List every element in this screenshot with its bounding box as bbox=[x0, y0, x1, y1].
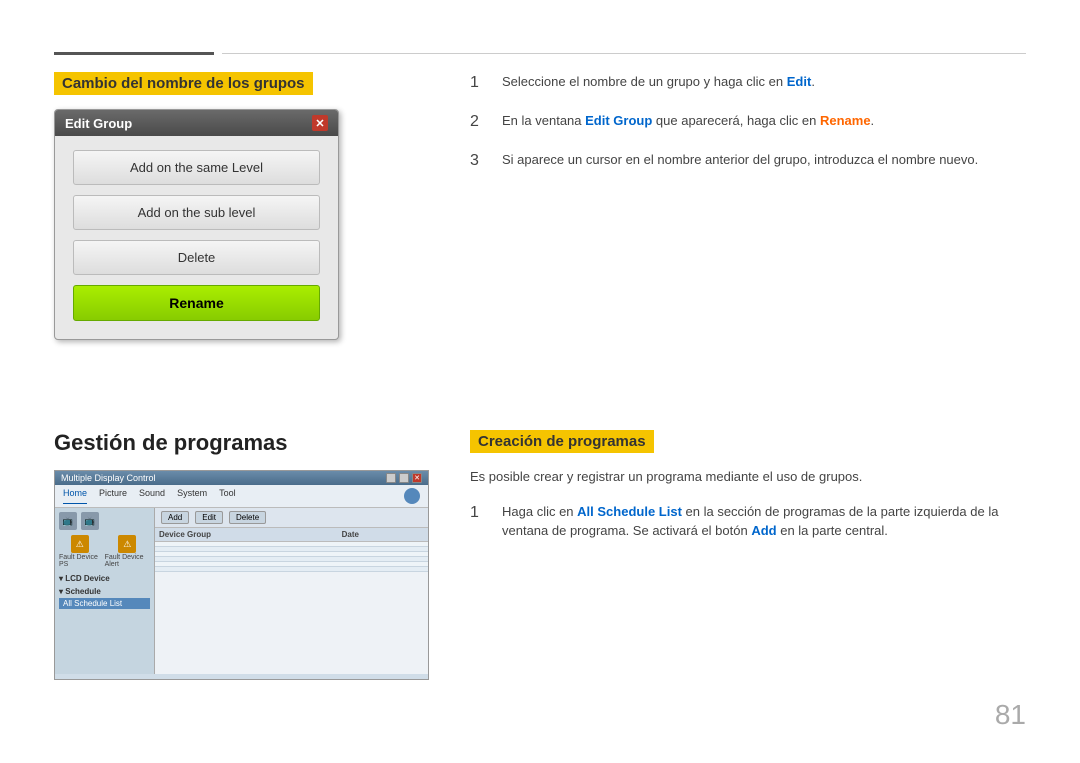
mdc-menu-system: System bbox=[177, 488, 207, 504]
dialog-title: Edit Group bbox=[65, 116, 132, 131]
dialog-titlebar: Edit Group ✕ bbox=[55, 110, 338, 136]
mdc-fault-alert-img: ⚠ bbox=[118, 535, 136, 553]
left-column-top: Cambio del nombre de los grupos Edit Gro… bbox=[54, 72, 444, 340]
highlight-rename: Rename bbox=[820, 113, 871, 128]
highlight-all-schedule: All Schedule List bbox=[577, 504, 682, 519]
mdc-window-controls: ✕ bbox=[386, 473, 422, 483]
mdc-delete-btn[interactable]: Delete bbox=[229, 511, 266, 524]
mdc-menubar: Home Picture Sound System Tool bbox=[55, 485, 428, 508]
bottom-steps-list: 1 Haga clic en All Schedule List en la s… bbox=[470, 502, 1026, 541]
mdc-col-date: Date bbox=[299, 530, 359, 539]
add-same-level-button[interactable]: Add on the same Level bbox=[73, 150, 320, 185]
highlight-edit: Edit bbox=[787, 74, 812, 89]
top-decorative-lines bbox=[54, 52, 1026, 55]
mdc-home-icon bbox=[404, 488, 420, 504]
mdc-table-header: Device Group Date bbox=[155, 528, 428, 542]
mdc-content-area: 📺 📺 ⚠ Fault Device PS ⚠ Fault Device Ale… bbox=[55, 508, 428, 674]
mdc-table-body bbox=[155, 542, 428, 674]
mdc-edit-btn[interactable]: Edit bbox=[195, 511, 223, 524]
mdc-lcd-icon-2: 📺 bbox=[81, 512, 99, 531]
add-sub-level-button[interactable]: Add on the sub level bbox=[73, 195, 320, 230]
mdc-screenshot: Multiple Display Control ✕ Home Picture … bbox=[54, 470, 429, 680]
steps-list: 1 Seleccione el nombre de un grupo y hag… bbox=[470, 72, 1026, 173]
bottom-step-text-1: Haga clic en All Schedule List en la sec… bbox=[502, 502, 1026, 541]
step-num-2: 2 bbox=[470, 110, 490, 134]
mdc-sidebar-schedule-section: ▾ Schedule bbox=[59, 587, 150, 596]
mdc-add-btn[interactable]: Add bbox=[161, 511, 189, 524]
mdc-sidebar-all-schedule[interactable]: All Schedule List bbox=[59, 598, 150, 609]
bottom-step-num-1: 1 bbox=[470, 501, 490, 541]
mdc-titlebar: Multiple Display Control ✕ bbox=[55, 471, 428, 485]
dialog-body: Add on the same Level Add on the sub lev… bbox=[55, 136, 338, 339]
rename-button[interactable]: Rename bbox=[73, 285, 320, 321]
mdc-table-row-6 bbox=[155, 567, 428, 572]
step-1: 1 Seleccione el nombre de un grupo y hag… bbox=[470, 72, 1026, 95]
mdc-sidebar-lcd-section: ▾ LCD Device bbox=[59, 574, 150, 583]
mdc-fault-device-alert: ⚠ Fault Device Alert bbox=[105, 535, 150, 568]
edit-group-dialog: Edit Group ✕ Add on the same Level Add o… bbox=[54, 109, 339, 340]
step-3: 3 Si aparece un cursor en el nombre ante… bbox=[470, 150, 1026, 173]
mdc-sidebar: 📺 📺 ⚠ Fault Device PS ⚠ Fault Device Ale… bbox=[55, 508, 155, 674]
top-line-dark bbox=[54, 52, 214, 55]
step-2: 2 En la ventana Edit Group que aparecerá… bbox=[470, 111, 1026, 134]
dialog-close-button[interactable]: ✕ bbox=[312, 115, 328, 131]
mdc-toolbar: Add Edit Delete bbox=[155, 508, 428, 528]
mdc-menu-home: Home bbox=[63, 488, 87, 504]
mdc-minimize-btn bbox=[386, 473, 396, 483]
mdc-lcd-img-1: 📺 bbox=[59, 512, 77, 530]
mdc-menu-picture: Picture bbox=[99, 488, 127, 504]
mdc-main-area: Add Edit Delete Device Group Date bbox=[155, 508, 428, 674]
step-num-3: 3 bbox=[470, 149, 490, 173]
highlight-edit-group: Edit Group bbox=[585, 113, 652, 128]
bottom-left-section: Gestión de programas Multiple Display Co… bbox=[54, 430, 444, 680]
step-num-1: 1 bbox=[470, 71, 490, 95]
mdc-close-btn: ✕ bbox=[412, 473, 422, 483]
mdc-maximize-btn bbox=[399, 473, 409, 483]
section-heading-rename: Cambio del nombre de los grupos bbox=[54, 72, 313, 95]
mdc-fault-ps-img: ⚠ bbox=[71, 535, 89, 553]
mdc-fault-icons: ⚠ Fault Device PS ⚠ Fault Device Alert bbox=[59, 535, 150, 568]
mdc-fault-ps-label: Fault Device PS bbox=[59, 554, 101, 568]
mdc-title: Multiple Display Control bbox=[61, 473, 156, 483]
mdc-lcd-icon-1: 📺 bbox=[59, 512, 77, 531]
section-heading-gestion: Gestión de programas bbox=[54, 430, 444, 456]
bottom-step-1: 1 Haga clic en All Schedule List en la s… bbox=[470, 502, 1026, 541]
mdc-col-device-group: Device Group bbox=[159, 530, 299, 539]
bottom-right-section: Creación de programas Es posible crear y… bbox=[470, 430, 1026, 551]
section-heading-creacion: Creación de programas bbox=[470, 430, 654, 453]
mdc-fault-device-ps: ⚠ Fault Device PS bbox=[59, 535, 101, 568]
step-text-1: Seleccione el nombre de un grupo y haga … bbox=[502, 72, 1026, 95]
page-number: 81 bbox=[995, 699, 1026, 731]
mdc-menu-sound: Sound bbox=[139, 488, 165, 504]
bottom-desc: Es posible crear y registrar un programa… bbox=[470, 467, 1026, 488]
mdc-fault-alert-label: Fault Device Alert bbox=[105, 554, 150, 568]
mdc-lcd-img-2: 📺 bbox=[81, 512, 99, 530]
highlight-add: Add bbox=[751, 523, 776, 538]
step-text-3: Si aparece un cursor en el nombre anteri… bbox=[502, 150, 1026, 173]
step-text-2: En la ventana Edit Group que aparecerá, … bbox=[502, 111, 1026, 134]
mdc-menu-tool: Tool bbox=[219, 488, 236, 504]
right-column-top: 1 Seleccione el nombre de un grupo y hag… bbox=[470, 72, 1026, 189]
delete-button[interactable]: Delete bbox=[73, 240, 320, 275]
mdc-device-icons: 📺 📺 bbox=[59, 512, 150, 531]
top-line-light bbox=[222, 53, 1026, 54]
